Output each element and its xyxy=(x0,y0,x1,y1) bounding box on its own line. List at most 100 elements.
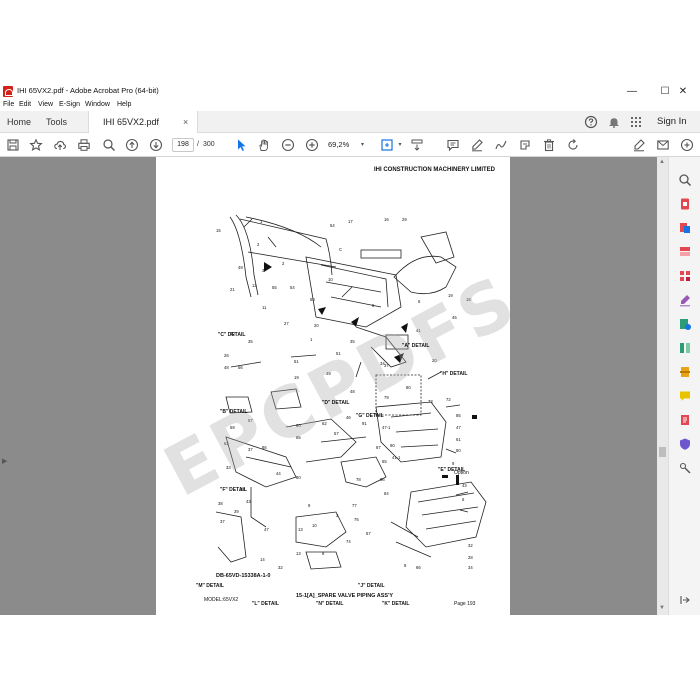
zoom-out-icon[interactable] xyxy=(281,138,295,152)
svg-text:76: 76 xyxy=(354,517,359,522)
send-for-signature-icon[interactable] xyxy=(678,317,692,331)
svg-text:77: 77 xyxy=(352,503,357,508)
svg-text:6: 6 xyxy=(462,497,465,502)
tab-tools[interactable]: Tools xyxy=(46,111,67,133)
detail-label: "C" DETAIL xyxy=(218,332,246,338)
svg-text:44: 44 xyxy=(276,471,281,476)
detail-label: "F" DETAIL xyxy=(220,487,247,493)
organize-pages-icon[interactable] xyxy=(678,341,692,355)
svg-text:61: 61 xyxy=(456,437,461,442)
scroll-up-icon[interactable]: ▲ xyxy=(659,159,665,165)
cloud-upload-icon[interactable] xyxy=(53,138,67,152)
tab-home[interactable]: Home xyxy=(7,111,31,133)
scroll-down-icon[interactable]: ▼ xyxy=(659,605,665,611)
menu-help[interactable]: Help xyxy=(117,101,131,108)
left-panel-toggle-icon[interactable]: ▶ xyxy=(2,457,7,465)
menu-edit[interactable]: Edit xyxy=(19,101,31,108)
vertical-scrollbar[interactable]: ▲ ▼ xyxy=(657,157,668,615)
acrobat-window: IHI 65VX2.pdf - Adobe Acrobat Pro (64-bi… xyxy=(0,83,700,615)
apps-grid-icon[interactable] xyxy=(629,115,643,129)
search-zoom-icon[interactable] xyxy=(102,138,116,152)
svg-text:26: 26 xyxy=(224,353,229,358)
option-label: Option xyxy=(454,470,469,476)
create-pdf-icon[interactable] xyxy=(678,221,692,235)
tab-bar: Home Tools IHI 65VX2.pdf × Sign In xyxy=(0,111,700,133)
svg-text:9: 9 xyxy=(308,503,311,508)
menu-bar: File Edit View E-Sign Window Help xyxy=(0,100,700,111)
collapse-pane-icon[interactable] xyxy=(678,593,692,607)
previous-page-icon[interactable] xyxy=(125,138,139,152)
star-icon[interactable] xyxy=(29,138,43,152)
scroll-mode-icon[interactable] xyxy=(410,138,424,152)
comment-icon[interactable] xyxy=(446,138,460,152)
stamp-icon[interactable] xyxy=(518,138,532,152)
svg-text:35: 35 xyxy=(248,339,253,344)
page-footer-title: 15-1[A]_SPARE VALVE PIPING ASS'Y xyxy=(296,593,394,599)
scrollbar-thumb[interactable] xyxy=(659,447,666,457)
zoom-caret-icon[interactable]: ▾ xyxy=(361,138,364,152)
svg-text:13: 13 xyxy=(298,527,303,532)
combine-files-icon[interactable] xyxy=(678,269,692,283)
next-page-icon[interactable] xyxy=(149,138,163,152)
scan-ocr-icon[interactable] xyxy=(678,365,692,379)
menu-file[interactable]: File xyxy=(3,101,14,108)
fill-sign-tool-icon[interactable] xyxy=(678,293,692,307)
page-total: 300 xyxy=(203,141,215,148)
print-icon[interactable] xyxy=(77,138,91,152)
page-footer-page-number: Page 193 xyxy=(454,601,476,607)
svg-text:15: 15 xyxy=(216,228,221,233)
hand-tool-icon[interactable] xyxy=(257,138,271,152)
svg-text:47-1: 47-1 xyxy=(382,425,391,430)
zoom-in-icon[interactable] xyxy=(305,138,319,152)
sign-in-link[interactable]: Sign In xyxy=(657,111,687,133)
draw-icon[interactable] xyxy=(494,138,508,152)
notifications-bell-icon[interactable] xyxy=(607,115,621,129)
delete-icon[interactable] xyxy=(542,138,556,152)
compress-pdf-icon[interactable] xyxy=(678,413,692,427)
svg-text:74: 74 xyxy=(346,539,351,544)
svg-text:13: 13 xyxy=(296,551,301,556)
svg-text:21: 21 xyxy=(230,287,235,292)
acrobat-app-icon xyxy=(3,86,13,97)
comment-tool-icon[interactable] xyxy=(678,389,692,403)
highlight-pen-icon[interactable] xyxy=(470,138,484,152)
svg-text:34: 34 xyxy=(468,565,473,570)
email-icon[interactable] xyxy=(656,138,670,152)
menu-esign[interactable]: E-Sign xyxy=(59,101,80,108)
select-cursor-icon[interactable] xyxy=(234,138,248,152)
fill-sign-icon[interactable] xyxy=(632,138,646,152)
edit-pdf-icon[interactable] xyxy=(678,245,692,259)
svg-text:C: C xyxy=(339,247,342,252)
svg-text:80: 80 xyxy=(296,475,301,480)
export-pdf-icon[interactable] xyxy=(678,197,692,211)
detail-label: "B" DETAIL xyxy=(220,409,248,415)
tab-close-icon[interactable]: × xyxy=(183,111,188,133)
svg-text:43: 43 xyxy=(246,499,251,504)
svg-text:50: 50 xyxy=(310,297,315,302)
menu-window[interactable]: Window xyxy=(85,101,110,108)
help-icon[interactable] xyxy=(584,115,598,129)
svg-text:66: 66 xyxy=(416,565,421,570)
menu-view[interactable]: View xyxy=(38,101,53,108)
svg-text:54: 54 xyxy=(330,223,335,228)
page-fit-caret-icon[interactable]: ▾ xyxy=(393,138,407,152)
tab-document[interactable]: IHI 65VX2.pdf × xyxy=(88,111,198,133)
search-tool-icon[interactable] xyxy=(678,173,692,187)
page-number-input[interactable]: 198 xyxy=(172,138,194,152)
close-window-button[interactable]: ✕ xyxy=(666,83,700,100)
share-link-icon[interactable] xyxy=(680,138,694,152)
detail-label: "K" DETAIL xyxy=(382,601,410,607)
page-footer-model: MODEL:65VX2 xyxy=(204,597,239,603)
svg-text:37: 37 xyxy=(220,519,225,524)
svg-text:91: 91 xyxy=(362,421,367,426)
svg-text:2: 2 xyxy=(282,261,285,266)
svg-text:9: 9 xyxy=(452,461,455,466)
protect-shield-icon[interactable] xyxy=(678,437,692,451)
save-icon[interactable] xyxy=(6,138,20,152)
page-fit-icon[interactable] xyxy=(380,138,394,152)
more-tools-icon[interactable] xyxy=(678,461,692,475)
rotate-icon[interactable] xyxy=(566,138,580,152)
svg-text:1: 1 xyxy=(260,219,263,224)
minimize-button[interactable]: — xyxy=(615,83,649,100)
right-tools-pane xyxy=(668,157,700,615)
